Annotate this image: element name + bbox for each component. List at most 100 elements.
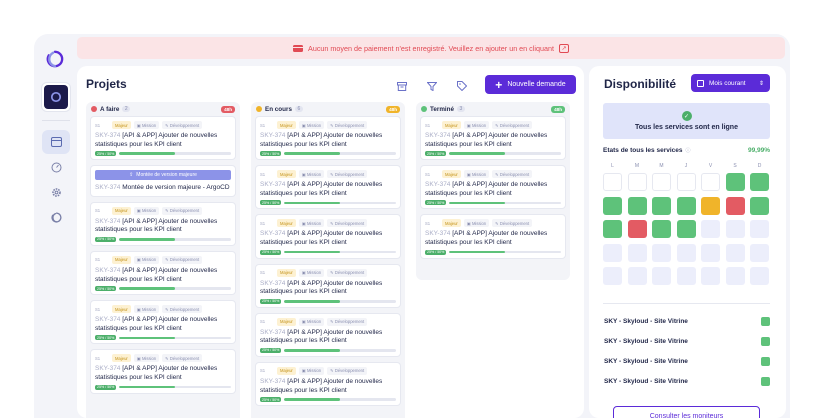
calendar-day-cell[interactable] — [603, 243, 622, 262]
calendar-day-cell[interactable] — [725, 173, 745, 191]
card-progress: 25% / 50% — [260, 298, 396, 304]
calendar-day-cell[interactable] — [725, 243, 745, 262]
task-card[interactable]: S1 Majeur ▣ Mission ✎ Développement SKY-374 … — [255, 312, 401, 357]
calendar-day-cell[interactable] — [701, 196, 720, 215]
progress-label: 25% / 50% — [425, 200, 447, 206]
credit-card-icon — [293, 44, 304, 52]
task-card[interactable]: S1 Majeur ▣ Mission ✎ Développement SKY-374 … — [90, 300, 236, 345]
card-meta: S1 Majeur ▣ Mission ✎ Développement — [260, 170, 396, 179]
task-card[interactable]: S1 Majeur ▣ Mission ✎ Développement SKY-374 … — [90, 250, 236, 296]
task-card[interactable]: S1 Majeur ▣ Mission ✎ Développement SKY-374 … — [90, 116, 236, 161]
service-row[interactable]: SKY - Skyloud - Site Vitrine — [604, 337, 770, 346]
card-meta: S1 Majeur ▣ Mission ✎ Développement — [425, 170, 561, 179]
calendar-day-cell[interactable] — [652, 220, 671, 238]
card-progress: 25% / 50% — [425, 249, 561, 255]
calendar-day-cell[interactable] — [603, 267, 622, 285]
task-card[interactable]: S1 Majeur ▣ Mission ✎ Développement SKY-374 … — [90, 201, 236, 246]
calendar-day-cell[interactable] — [750, 220, 769, 238]
sidebar-item-skyloud[interactable] — [42, 205, 70, 229]
calendar-day-cell[interactable] — [652, 243, 671, 262]
calendar-day-cell[interactable] — [627, 220, 647, 238]
workspace-avatar[interactable] — [41, 82, 71, 112]
task-card[interactable]: S1 Majeur ▣ Mission ✎ Développement SKY-374 … — [420, 165, 566, 210]
weekday-header: LMMJVSD — [603, 163, 770, 169]
payment-alert[interactable]: Aucun moyen de paiement n'est enregistré… — [77, 37, 785, 59]
calendar-day-cell[interactable] — [701, 267, 720, 285]
calendar-day-cell[interactable] — [676, 267, 696, 285]
calendar-day-cell[interactable] — [676, 173, 696, 191]
task-card[interactable]: S1 Majeur ▣ Mission ✎ Développement SKY-374 … — [255, 361, 401, 407]
projects-panel: Projets + Nouvelle demande A faire 2 48h… — [77, 66, 584, 418]
version-upgrade-button[interactable]: ⇪ Montée de version majeure — [95, 170, 231, 181]
month-select-button[interactable]: Mois courant ⇕ — [691, 74, 770, 92]
calendar-day-cell[interactable] — [750, 267, 769, 285]
app-logo-icon[interactable] — [46, 50, 64, 68]
task-card[interactable]: S1 Majeur ▣ Mission ✎ Développement SKY-374 … — [255, 116, 401, 161]
task-card[interactable]: S1 Majeur ▣ Mission ✎ Développement SKY-374 … — [420, 116, 566, 161]
major-chip: Majeur — [442, 121, 461, 129]
card-progress: 25% / 50% — [260, 151, 396, 157]
task-card[interactable]: S1 Majeur ▣ Mission ✎ Développement SKY-374 … — [255, 263, 401, 308]
calendar-day-cell[interactable] — [725, 196, 745, 215]
availability-calendar — [603, 173, 769, 285]
service-row[interactable]: SKY - Skyloud - Site Vitrine — [604, 357, 770, 366]
card-title: SKY-374 [API & APP] Ajouter de nouvelles… — [95, 365, 218, 381]
calendar-day-cell[interactable] — [750, 196, 769, 215]
calendar-day-cell[interactable] — [652, 173, 671, 191]
column-tag: 48h — [221, 105, 235, 113]
column-header: En cours 6 48h — [251, 102, 405, 116]
calendar-day-cell[interactable] — [701, 173, 720, 191]
calendar-day-cell[interactable] — [652, 267, 671, 285]
sidebar-item-settings[interactable] — [42, 180, 70, 204]
archive-icon[interactable] — [395, 79, 409, 93]
calendar-day-cell[interactable] — [701, 220, 720, 238]
calendar-day-cell[interactable] — [627, 267, 647, 285]
dev-chip: ✎ Développement — [492, 121, 533, 129]
calendar-day-cell[interactable] — [676, 196, 696, 215]
calendar-day-cell[interactable] — [750, 243, 769, 262]
calendar-day-cell[interactable] — [676, 220, 696, 238]
mission-chip: ▣ Mission — [463, 219, 490, 228]
service-row[interactable]: SKY - Skyloud - Site Vitrine — [604, 377, 770, 386]
major-chip: Majeur — [112, 206, 131, 215]
card-meta: S1 Majeur ▣ Mission ✎ Développement — [95, 305, 231, 314]
card-meta: S1 Majeur ▣ Mission ✎ Développement — [425, 121, 561, 129]
task-card[interactable]: S1 Majeur ▣ Mission ✎ Développement SKY-374 … — [255, 165, 401, 210]
progress-fill — [284, 349, 341, 352]
calendar-day-cell[interactable] — [627, 196, 647, 215]
new-request-button[interactable]: + Nouvelle demande — [485, 75, 576, 94]
sidebar-item-projects[interactable] — [42, 130, 70, 154]
calendar-day-cell[interactable] — [603, 196, 622, 215]
calendar-day-cell[interactable] — [603, 173, 622, 191]
calendar-day-cell[interactable] — [603, 220, 622, 238]
calendar-day-cell[interactable] — [652, 196, 671, 215]
task-card[interactable]: S1 Majeur ▣ Mission ✎ Développement SKY-374 … — [90, 349, 236, 394]
view-monitors-button[interactable]: Consulter les moniteurs — [613, 406, 760, 418]
sidebar-item-availability[interactable] — [42, 155, 70, 179]
task-card[interactable]: S1 Majeur ▣ Mission ✎ Développement SKY-374 … — [420, 214, 566, 259]
calendar-day-cell[interactable] — [725, 267, 745, 285]
calendar-day-cell[interactable] — [676, 243, 696, 262]
external-link-icon[interactable]: ↗ — [558, 43, 569, 53]
check-circle-icon: ✓ — [681, 111, 692, 121]
version-card[interactable]: ⇪ Montée de version majeure SKY-374 Mont… — [90, 165, 236, 197]
calendar-day-cell[interactable] — [627, 173, 647, 191]
service-status-indicator — [761, 337, 770, 346]
mission-chip: ▣ Mission — [298, 170, 325, 179]
calendar-day-cell[interactable] — [750, 173, 769, 191]
card-progress: 25% / 50% — [260, 397, 396, 403]
weekday-label: M — [634, 163, 640, 169]
tag-icon[interactable] — [455, 79, 469, 93]
filter-icon[interactable] — [425, 79, 439, 93]
service-row[interactable]: SKY - Skyloud - Site Vitrine — [604, 317, 770, 326]
info-icon[interactable]: ⓘ — [686, 147, 691, 154]
priority-label: S1 — [95, 208, 101, 214]
progress-bar — [284, 152, 396, 155]
major-chip: Majeur — [112, 305, 131, 314]
calendar-day-cell[interactable] — [725, 220, 745, 238]
card-meta: S1 Majeur ▣ Mission ✎ Développement — [260, 268, 396, 277]
calendar-day-cell[interactable] — [701, 243, 720, 262]
progress-fill — [119, 336, 176, 340]
calendar-day-cell[interactable] — [627, 243, 647, 262]
task-card[interactable]: S1 Majeur ▣ Mission ✎ Développement SKY-374 … — [255, 214, 401, 259]
